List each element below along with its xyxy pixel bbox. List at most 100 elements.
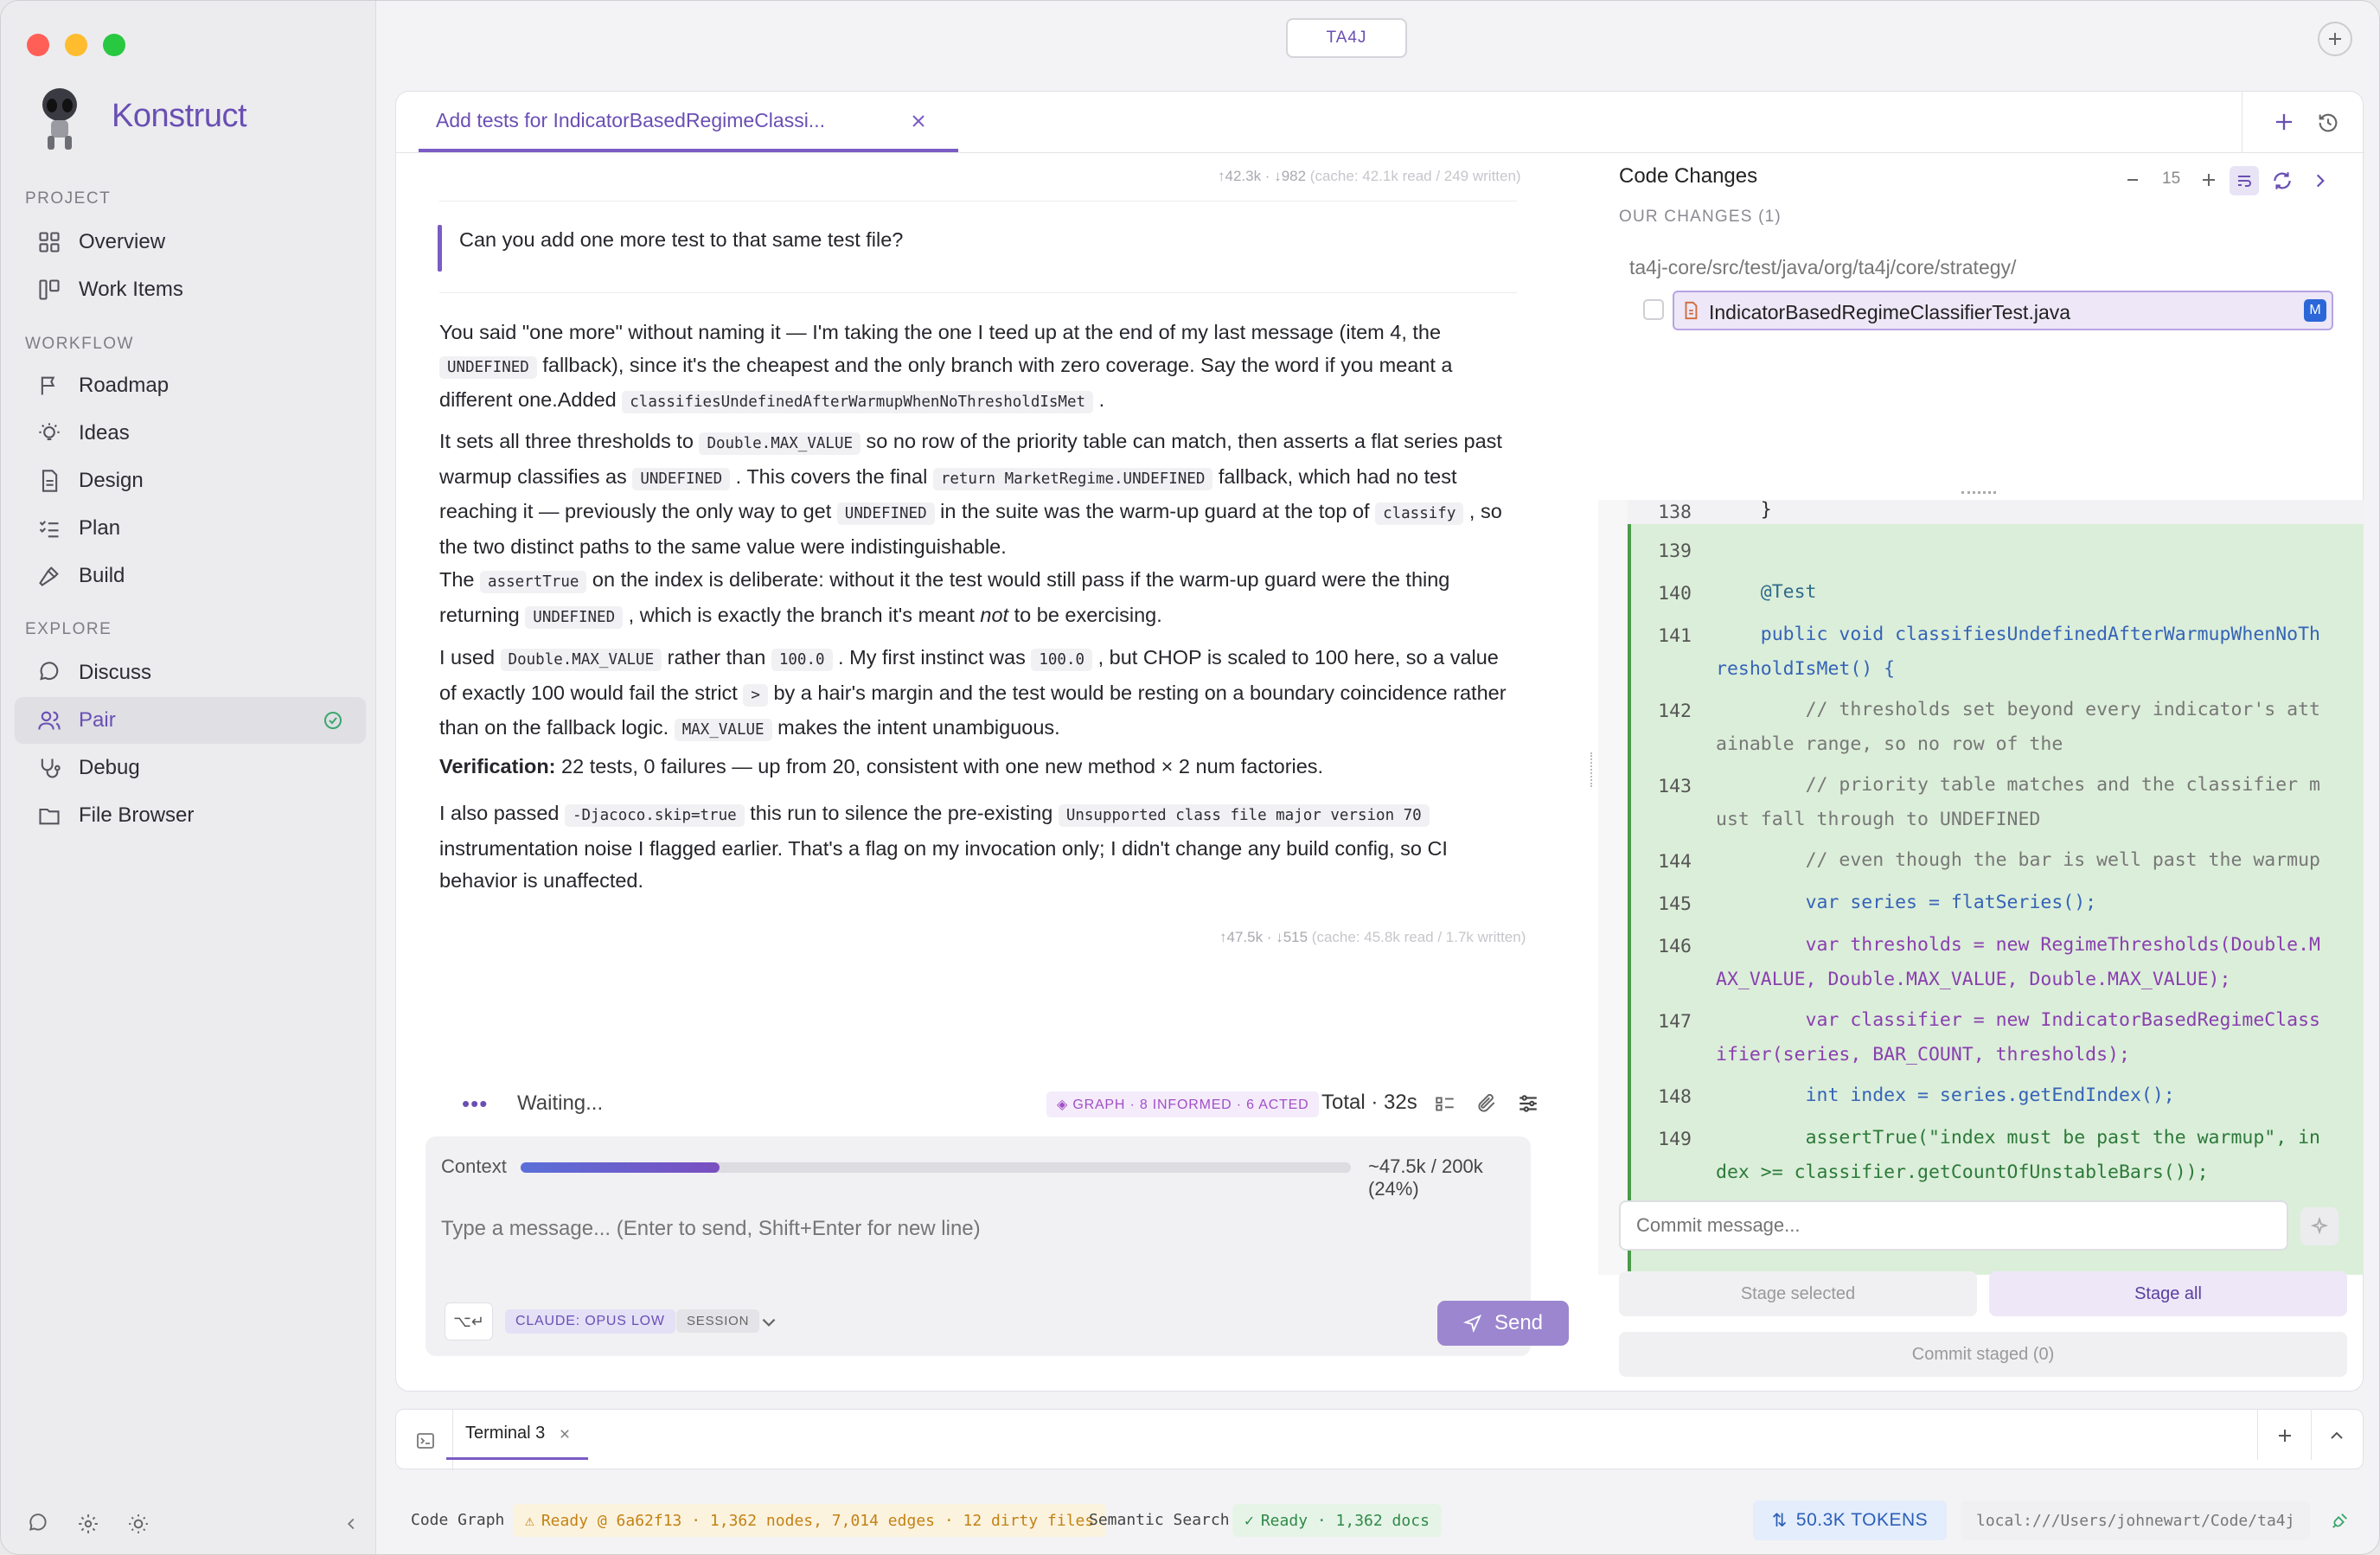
kanban-icon xyxy=(39,279,60,300)
tab-title: Add tests for IndicatorBasedRegimeClassi… xyxy=(436,108,825,131)
model-badge[interactable]: CLAUDE: OPUS LOW xyxy=(505,1309,675,1334)
minus-icon[interactable] xyxy=(2124,171,2141,189)
text: . This covers the final xyxy=(730,464,933,488)
code-span: UNDEFINED xyxy=(632,467,731,490)
chevron-up-icon[interactable] xyxy=(2328,1427,2345,1444)
splitter-handle[interactable] xyxy=(1590,752,1594,787)
more-options-icon[interactable]: ••• xyxy=(462,1091,488,1117)
text: , which is exactly the branch it's meant xyxy=(623,603,981,626)
code-span: Double.MAX_VALUE xyxy=(699,432,861,455)
chevron-down-icon[interactable] xyxy=(759,1313,778,1332)
sidebar-item-debug[interactable]: Debug xyxy=(15,745,366,791)
close-tab-icon[interactable] xyxy=(910,112,927,130)
line-number: 141 xyxy=(1658,625,1692,647)
feedback-icon[interactable] xyxy=(27,1513,49,1535)
refresh-icon[interactable] xyxy=(2271,170,2294,192)
line-number: 148 xyxy=(1658,1086,1692,1108)
sidebar-item-roadmap[interactable]: Roadmap xyxy=(15,362,366,409)
line-number: 140 xyxy=(1658,583,1692,605)
app-name: Konstruct xyxy=(112,98,247,134)
sidebar-item-ideas[interactable]: Ideas xyxy=(15,410,366,457)
sidebar-item-file-browser[interactable]: File Browser xyxy=(15,792,366,839)
status-text: Ready · 1,362 docs xyxy=(1260,1511,1430,1530)
sidebar-item-label: Discuss xyxy=(79,661,152,684)
theme-sun-icon[interactable] xyxy=(127,1513,150,1535)
project-badge[interactable]: TA4J xyxy=(1286,18,1407,58)
shortcut-toggle[interactable]: ⌥↵ xyxy=(445,1302,493,1341)
text: It sets all three thresholds to xyxy=(439,430,700,452)
sidebar-item-design[interactable]: Design xyxy=(15,458,366,504)
tab-add-tests[interactable]: Add tests for IndicatorBasedRegimeClassi… xyxy=(419,92,958,152)
semantic-search-status[interactable]: ✓ Ready · 1,362 docs xyxy=(1232,1504,1442,1537)
main-panel: Add tests for IndicatorBasedRegimeClassi… xyxy=(395,91,2364,1392)
assistant-paragraph-1: You said "one more" without naming it — … xyxy=(439,317,1517,419)
new-window-button[interactable] xyxy=(2318,22,2352,56)
sidebar-item-pair[interactable]: Pair xyxy=(15,697,366,744)
wrap-icon xyxy=(2238,176,2251,187)
session-badge[interactable]: SESSION xyxy=(676,1309,760,1333)
message-input[interactable] xyxy=(429,1209,1519,1249)
code-line: // even though the bar is well past the … xyxy=(1716,843,2326,878)
checklist-icon[interactable] xyxy=(1434,1092,1456,1115)
code-text: // priority table matches and the classi… xyxy=(1716,774,2320,830)
sidebar-item-discuss[interactable]: Discuss xyxy=(15,650,366,696)
settings-gear-icon[interactable] xyxy=(77,1513,99,1535)
divider xyxy=(439,201,1517,202)
attach-paperclip-icon[interactable] xyxy=(1475,1092,1498,1115)
code-graph-status[interactable]: ⚠ Ready @ 6a62f13 · 1,362 nodes, 7,014 ed… xyxy=(513,1504,1107,1537)
sidebar-item-label: Debug xyxy=(79,756,140,779)
code-line: } xyxy=(1716,500,2326,528)
code-line: var classifier = new IndicatorBasedRegim… xyxy=(1716,1003,2326,1072)
commit-staged-button[interactable]: Commit staged (0) xyxy=(1619,1332,2347,1377)
plus-icon[interactable] xyxy=(2276,1427,2294,1444)
workspace-path[interactable]: local:///Users/johnewart/Code/ta4j xyxy=(1961,1501,2310,1540)
minimize-window-button[interactable] xyxy=(65,34,87,56)
code-span: UNDEFINED xyxy=(439,355,537,379)
collapse-sidebar-icon[interactable] xyxy=(342,1514,361,1533)
sidebar-item-label: Overview xyxy=(79,230,166,253)
close-tab-icon[interactable] xyxy=(559,1428,571,1440)
tab-terminal-3[interactable]: Terminal 3 xyxy=(446,1410,588,1460)
text: instrumentation noise I flagged earlier.… xyxy=(439,836,1448,893)
sidebar-item-label: Plan xyxy=(79,516,121,540)
sliders-icon[interactable] xyxy=(1517,1092,1539,1115)
text: rather than xyxy=(662,646,771,669)
section-project: PROJECT xyxy=(25,189,112,208)
plus-icon[interactable] xyxy=(2200,171,2217,189)
stage-selected-button[interactable]: Stage selected xyxy=(1619,1271,1977,1316)
sidebar-item-label: Build xyxy=(79,564,125,587)
sidebar-item-overview[interactable]: Overview xyxy=(15,219,366,266)
stage-all-button[interactable]: Stage all xyxy=(1989,1271,2347,1316)
flag-icon xyxy=(41,376,55,395)
close-window-button[interactable] xyxy=(27,34,49,56)
wrap-lines-toggle[interactable] xyxy=(2230,166,2259,195)
new-tab-plus-icon[interactable] xyxy=(2273,111,2295,133)
history-icon[interactable] xyxy=(2316,111,2340,135)
changed-file-row[interactable]: IndicatorBasedRegimeClassifierTest.java … xyxy=(1673,291,2333,330)
commit-message-input[interactable] xyxy=(1619,1200,2288,1251)
code-changes-title: Code Changes xyxy=(1619,164,1758,188)
code-span: > xyxy=(743,683,768,707)
status-text: Waiting... xyxy=(517,1091,604,1115)
maximize-window-button[interactable] xyxy=(103,34,125,56)
users-icon xyxy=(38,711,61,730)
file-checkbox[interactable] xyxy=(1643,299,1664,320)
generate-message-button[interactable] xyxy=(2300,1207,2338,1245)
text: The xyxy=(439,568,481,591)
send-button[interactable]: Send xyxy=(1437,1301,1569,1346)
checklist-icon xyxy=(39,521,59,538)
graph-badge: ◈ GRAPH · 8 INFORMED · 6 ACTED xyxy=(1046,1091,1320,1117)
chevron-right-icon[interactable] xyxy=(2311,171,2330,190)
tokens-badge[interactable]: ⇅ 50.3K TOKENS xyxy=(1753,1501,1947,1540)
line-number: 146 xyxy=(1658,936,1692,957)
sidebar-item-work-items[interactable]: Work Items xyxy=(15,266,366,313)
sidebar-item-build[interactable]: Build xyxy=(15,553,366,599)
token-counts: ↑42.3k · ↓982 xyxy=(1218,168,1307,184)
resize-handle[interactable] xyxy=(1961,491,1996,494)
send-icon xyxy=(1462,1314,1482,1333)
sidebar-item-plan[interactable]: Plan xyxy=(15,505,366,552)
line-number: 142 xyxy=(1658,701,1692,722)
connection-plug-icon xyxy=(2332,1513,2347,1528)
code-span: UNDEFINED xyxy=(525,605,624,629)
composer: Context ~47.5k / 200k (24%) ⌥↵ CLAUDE: O… xyxy=(425,1136,1569,1356)
